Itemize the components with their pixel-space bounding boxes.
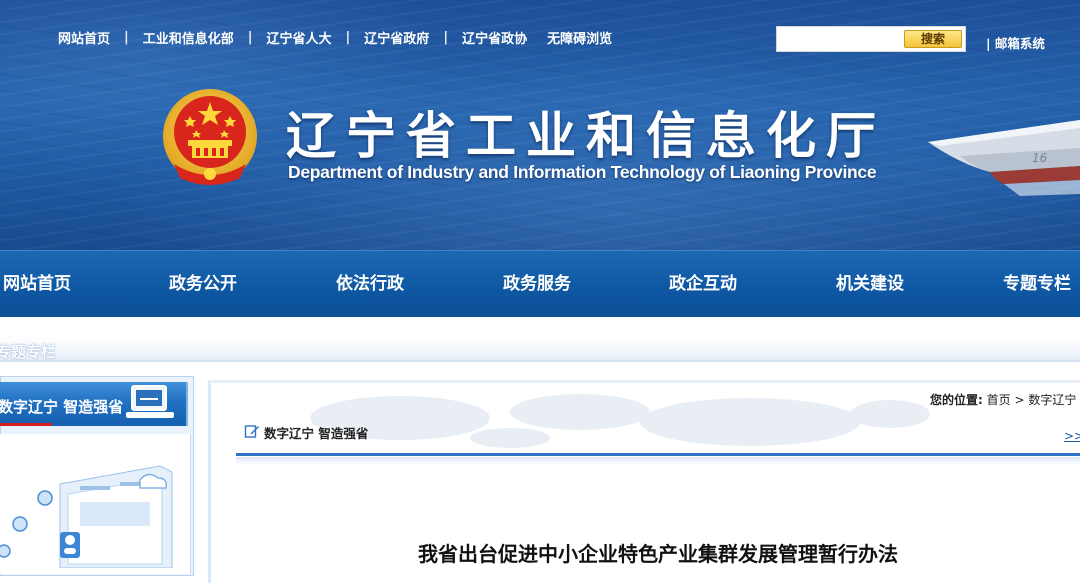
- breadcrumb-separator: >: [1014, 393, 1025, 407]
- nav-item-services[interactable]: 政务服务: [503, 251, 571, 317]
- national-emblem-icon: [163, 89, 257, 185]
- nav-item-home[interactable]: 网站首页: [3, 251, 71, 317]
- aircraft-carrier-image: 16: [928, 120, 1080, 196]
- top-link-accessibility[interactable]: 无障碍浏览: [547, 28, 612, 47]
- nav-item-law-administration[interactable]: 依法行政: [336, 251, 404, 317]
- search-button[interactable]: 搜索: [904, 30, 962, 48]
- nav-item-government-affairs[interactable]: 政务公开: [169, 251, 237, 317]
- search-input[interactable]: [779, 29, 903, 51]
- main-nav: 网站首页 政务公开 依法行政 政务服务 政企互动 机关建设 专题专栏: [0, 250, 1080, 317]
- content-section-heading: 数字辽宁 智造强省: [264, 426, 369, 441]
- nav-item-organ-building[interactable]: 机关建设: [836, 251, 904, 317]
- nav-item-special-topics[interactable]: 专题专栏: [1003, 251, 1071, 317]
- sidebar-heading[interactable]: 数字辽宁 智造强省: [0, 396, 123, 417]
- separator: |: [345, 30, 351, 45]
- section-band: [0, 336, 1080, 362]
- content-divider: [236, 453, 1080, 456]
- site-title: 辽宁省工业和信息化厅: [286, 107, 886, 165]
- breadcrumb: 您的位置: 首页 > 数字辽宁: [930, 391, 1076, 408]
- world-map-background: [310, 394, 930, 448]
- nav-item-interaction[interactable]: 政企互动: [669, 251, 737, 317]
- top-link-npc[interactable]: 辽宁省人大: [267, 28, 332, 47]
- edit-icon: [244, 425, 259, 438]
- sidebar-accent-bar: [0, 423, 52, 426]
- breadcrumb-label: 您的位置:: [930, 393, 983, 407]
- top-link-government[interactable]: 辽宁省政府: [364, 28, 429, 47]
- top-link-cppcc[interactable]: 辽宁省政协: [462, 28, 527, 47]
- separator: |: [443, 30, 449, 45]
- digital-illustration: [0, 465, 173, 568]
- mail-system-link[interactable]: | 邮箱系统: [986, 33, 1045, 52]
- site-subtitle: Department of Industry and Information T…: [288, 162, 877, 182]
- top-link-home[interactable]: 网站首页: [58, 28, 110, 47]
- top-links-bar: 网站首页 | 工业和信息化部 | 辽宁省人大 | 辽宁省政府 | 辽宁省政协 无…: [58, 28, 612, 47]
- more-link[interactable]: >>: [1064, 429, 1080, 443]
- article-title: 我省出台促进中小企业特色产业集群发展管理暂行办法: [418, 542, 898, 566]
- breadcrumb-home[interactable]: 首页: [987, 393, 1011, 407]
- top-link-miit[interactable]: 工业和信息化部: [143, 28, 234, 47]
- separator: |: [124, 30, 129, 45]
- hull-number: 16: [1032, 151, 1048, 165]
- breadcrumb-current[interactable]: 数字辽宁: [1028, 393, 1076, 407]
- section-band-title: 专题专栏: [0, 343, 57, 361]
- laptop-icon: [126, 385, 174, 418]
- separator: |: [247, 30, 253, 45]
- content-divider-shadow: [236, 457, 1080, 465]
